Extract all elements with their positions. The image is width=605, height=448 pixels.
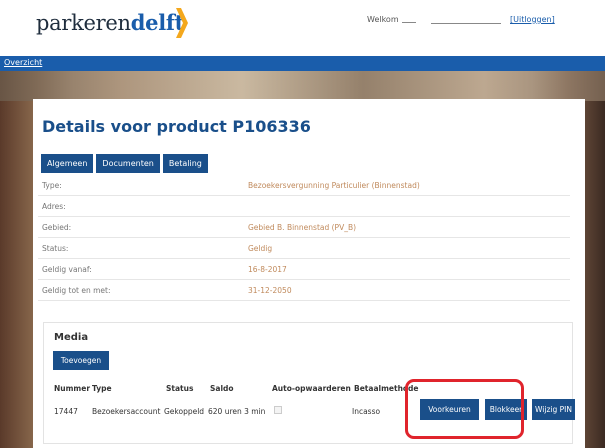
auto-opwaarderen-checkbox[interactable] xyxy=(274,406,282,414)
tab-documenten[interactable]: Documenten xyxy=(96,154,160,173)
detail-row-status: Status: Geldig xyxy=(38,238,570,259)
logo-text-parkeren: parkeren xyxy=(36,11,131,35)
welcome-text: Welkom xyxy=(367,15,416,24)
nav-overzicht-link[interactable]: Overzicht xyxy=(4,58,42,67)
cell-status: Gekoppeld xyxy=(164,407,205,416)
detail-label: Type: xyxy=(42,181,62,190)
cell-betaalmethode: Incasso xyxy=(352,407,381,416)
column-header-status: Status xyxy=(166,384,194,393)
detail-row-geldig-tot: Geldig tot en met: 31-12-2050 xyxy=(38,280,570,301)
cell-nummer: 17447 xyxy=(54,407,78,416)
top-header: parkerendelft Welkom [Uitloggen] xyxy=(0,0,605,56)
detail-label: Status: xyxy=(42,244,69,253)
logo-chevron-icon xyxy=(176,8,188,38)
tab-algemeen[interactable]: Algemeen xyxy=(41,154,94,173)
wijzig-pin-button[interactable]: Wijzig PIN xyxy=(532,399,575,420)
detail-value: Gebied B. Binnenstad (PV_B) xyxy=(248,223,357,232)
detail-row-adres: Adres: xyxy=(38,196,570,217)
cell-type: Bezoekersaccount xyxy=(92,407,161,416)
add-media-button[interactable]: Toevoegen xyxy=(53,351,109,370)
column-header-saldo: Saldo xyxy=(210,384,234,393)
detail-row-geldig-vanaf: Geldig vanaf: 16-8-2017 xyxy=(38,259,570,280)
detail-value: 16-8-2017 xyxy=(248,265,287,274)
logo: parkerendelft xyxy=(36,10,184,35)
detail-label: Geldig tot en met: xyxy=(42,286,111,295)
detail-row-type: Type: Bezoekersvergunning Particulier (B… xyxy=(38,175,570,196)
cell-saldo: 620 uren 3 min xyxy=(208,407,266,416)
logout-link[interactable]: [Uitloggen] xyxy=(510,15,555,24)
detail-label: Adres: xyxy=(42,202,66,211)
detail-label: Geldig vanaf: xyxy=(42,265,92,274)
details-list: Type: Bezoekersvergunning Particulier (B… xyxy=(38,175,570,301)
column-header-nummer: Nummer xyxy=(54,384,91,393)
tab-bar: Algemeen Documenten Betaling xyxy=(41,154,208,173)
column-header-type: Type xyxy=(92,384,112,393)
page-title: Details voor product P106336 xyxy=(42,117,311,136)
detail-row-gebied: Gebied: Gebied B. Binnenstad (PV_B) xyxy=(38,217,570,238)
tab-betaling[interactable]: Betaling xyxy=(162,154,208,173)
nav-bar: Overzicht xyxy=(0,56,605,71)
media-title: Media xyxy=(54,332,89,343)
annotation-highlight-box xyxy=(405,379,524,439)
detail-value: Bezoekersvergunning Particulier (Binnens… xyxy=(248,181,420,190)
detail-value: Geldig xyxy=(248,244,273,253)
user-name-placeholder xyxy=(431,23,501,24)
detail-label: Gebied: xyxy=(42,223,72,232)
column-header-auto-opwaarderen: Auto-opwaarderen xyxy=(272,384,351,393)
detail-value: 31-12-2050 xyxy=(248,286,292,295)
